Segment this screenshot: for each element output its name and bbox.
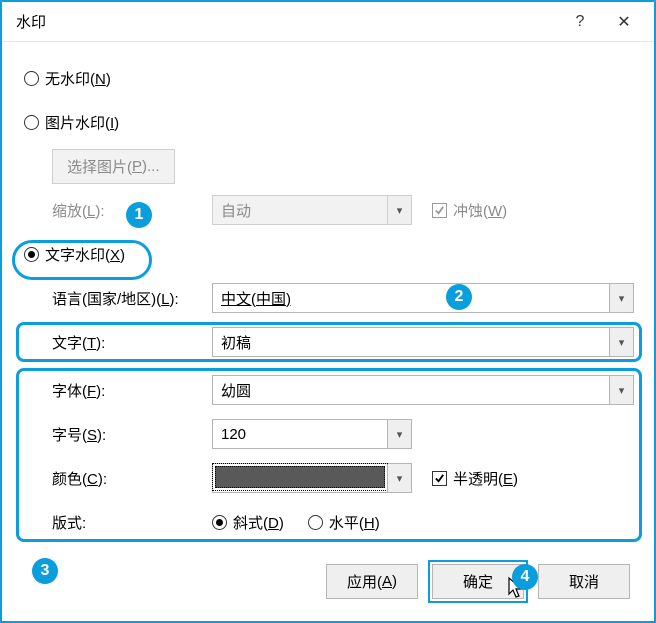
layout-horizontal-radio[interactable]: 水平(H) (308, 512, 380, 533)
scale-label: 缩放(L): (52, 200, 212, 221)
chevron-down-icon[interactable]: ▾ (609, 284, 633, 312)
dialog-footer: 应用(A) 确定 取消 (326, 564, 630, 599)
watermark-dialog: 水印 ? ✕ 无水印(N) 图片水印(I) 选择图片(P)... 缩放(L (0, 0, 656, 623)
chevron-down-icon[interactable]: ▾ (609, 376, 633, 404)
color-select[interactable]: ▾ (212, 463, 412, 493)
select-picture-button: 选择图片(P)... (52, 149, 175, 184)
washout-checkbox: 冲蚀(W) (432, 200, 507, 221)
chevron-down-icon[interactable]: ▾ (609, 328, 633, 356)
color-swatch (215, 466, 385, 488)
scale-select: 自动 ▾ (212, 195, 412, 225)
language-select[interactable]: 中文(中国) ▾ (212, 283, 634, 313)
size-select[interactable]: 120 ▾ (212, 419, 412, 449)
help-button[interactable]: ? (558, 6, 602, 38)
text-watermark-radio[interactable]: 文字水印(X) (24, 244, 125, 265)
color-label: 颜色(C): (52, 468, 212, 489)
titlebar: 水印 ? ✕ (2, 2, 654, 42)
language-label: 语言(国家/地区)(L): (52, 288, 212, 309)
dialog-title: 水印 (16, 11, 558, 32)
font-label: 字体(F): (52, 380, 212, 401)
semitransparent-checkbox[interactable]: 半透明(E) (432, 468, 518, 489)
text-select[interactable]: 初稿 ▾ (212, 327, 634, 357)
cursor-icon (507, 576, 527, 600)
close-button[interactable]: ✕ (602, 6, 646, 38)
ok-button[interactable]: 确定 (432, 564, 524, 599)
chevron-down-icon[interactable]: ▾ (387, 420, 411, 448)
layout-diagonal-radio[interactable]: 斜式(D) (212, 512, 284, 533)
text-label: 文字(T): (52, 332, 212, 353)
chevron-down-icon[interactable]: ▾ (387, 464, 411, 492)
cancel-button[interactable]: 取消 (538, 564, 630, 599)
font-select[interactable]: 幼圆 ▾ (212, 375, 634, 405)
apply-button[interactable]: 应用(A) (326, 564, 418, 599)
layout-label: 版式: (52, 512, 212, 533)
no-watermark-radio[interactable]: 无水印(N) (24, 68, 111, 89)
chevron-down-icon: ▾ (387, 196, 411, 224)
size-label: 字号(S): (52, 424, 212, 445)
picture-watermark-radio[interactable]: 图片水印(I) (24, 112, 119, 133)
